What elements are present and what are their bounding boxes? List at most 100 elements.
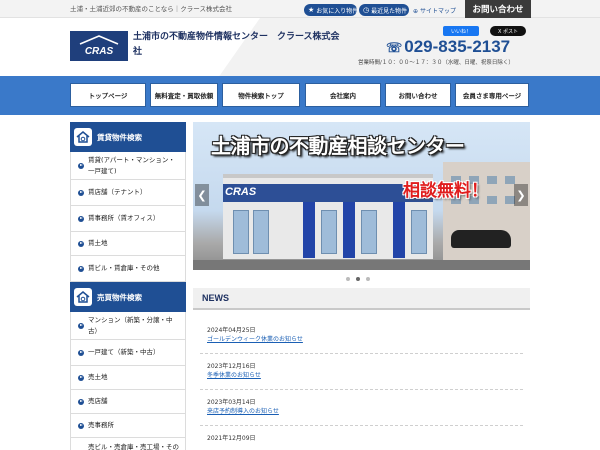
house-logo-icon: CRAS [79,35,119,57]
nav-top[interactable]: トップページ [70,83,146,107]
sidebar-item-label: 賃土地 [88,239,108,247]
sidebar-item-label: 賃ビル・賃倉庫・その他 [88,264,160,272]
sidebar-item-rental-store[interactable]: 賃店舗（テナント） [71,180,185,206]
news-date: 2024年04月25日 [207,327,256,334]
slider-pagination [346,277,370,281]
sidebar-item-sale-mansion[interactable]: マンション（新築・分譲・中古） [71,312,185,340]
hero-slider[interactable]: CRAS 土浦市の不動産相談センター 相談無料！ ❮ ❯ [193,122,530,270]
sale-search-title: 売買物件検索 [97,292,142,302]
sidebar-item-rental-office[interactable]: 賃事務所（賃オフィス） [71,206,185,232]
news-link[interactable]: 冬季休業のお知らせ [207,371,523,381]
sidebar-item-rental-building[interactable]: 賃ビル・賃倉庫・その他 [71,256,185,282]
free-consultation-badge: 相談無料！ [403,181,488,201]
sitemap-label: サイトマップ [419,8,456,15]
phone-number[interactable]: ☏ 029-835-2137 [386,37,510,57]
sidebar-item-label: 賃事務所（賃オフィス） [88,214,160,222]
favorites-label: お気に入り物件 [316,7,359,15]
sidebar-item-sale-building[interactable]: 売ビル・売倉庫・売工場・その他 [71,438,185,450]
sidebar-item-sale-store[interactable]: 売店舗 [71,390,185,414]
sitemap-link[interactable]: ⊕ サイトマップ [413,6,456,15]
sidebar-item-label: 賃店舗（テナント） [88,188,147,196]
news-date: 2023年12月16日 [207,363,256,370]
nav-company[interactable]: 会社案内 [305,83,381,107]
sidebar-item-label: 売土地 [88,373,108,381]
house-search-icon [74,128,92,146]
store-sign-text: CRAS [225,186,257,198]
nav-free-appraisal[interactable]: 無料査定・買取依頼 [150,83,218,107]
sidebar-item-sale-house[interactable]: 一戸建て（新築・中古） [71,340,185,366]
store-pillar [393,202,405,258]
arrow-bullet-icon [78,349,84,356]
news-date: 2023年03月14日 [207,399,256,406]
slider-prev-button[interactable]: ❮ [195,184,209,206]
arrow-bullet-icon [78,265,84,272]
sidebar-item-sale-office[interactable]: 売事務所 [71,414,185,438]
arrow-bullet-icon [78,398,84,405]
recent-label: 最近見た物件 [371,7,408,15]
rental-search-title: 賃貸物件検索 [97,132,142,142]
x-post-button[interactable]: X ポスト [490,26,526,36]
rental-search-list: 賃貸(アパート・マンション・一戸建て) 賃店舗（テナント） 賃事務所（賃オフィス… [70,152,186,282]
arrow-bullet-icon [78,422,84,429]
arrow-bullet-icon [78,215,84,222]
news-item: 2023年12月16日 冬季休業のお知らせ [200,354,523,390]
store-window [361,210,377,254]
clock-icon: ◷ [363,6,370,14]
nav-contact[interactable]: お問い合わせ [385,83,451,107]
site-tagline: 土浦・土浦近郊の不動産のことなら｜クラース株式会社 [70,5,232,13]
phone-text: 029-835-2137 [404,37,511,56]
arrow-bullet-icon [78,189,84,196]
phone-icon: ☏ [386,40,403,55]
top-utility-bar: 土浦・土浦近郊の不動産のことなら｜クラース株式会社 ★ お気に入り物件 ◷ 最近… [0,0,600,18]
store-window [233,210,249,254]
store-pillar [343,202,355,258]
store-window [321,210,337,254]
sidebar-item-label: 売事務所 [88,421,114,429]
news-list: 2024年04月25日 ゴールデンウィーク休業のお知らせ 2023年12月16日… [200,318,523,450]
nav-members[interactable]: 会員さま専用ページ [455,83,529,107]
store-pillar [303,202,315,258]
store-window [253,210,269,254]
news-heading: NEWS [193,288,530,310]
news-link[interactable]: ゴールデンウィーク休業のお知らせ [207,335,523,345]
contact-top-button[interactable]: お問い合わせ [465,0,531,18]
sidebar-item-label: マンション（新築・分譲・中古） [88,315,173,335]
sidebar-item-rental-residence[interactable]: 賃貸(アパート・マンション・一戸建て) [71,152,185,180]
slider-dot-active[interactable] [356,277,360,281]
business-hours: 営業時間/１０：００～１７：３０（水曜、日曜、祝祭日除く） [358,60,514,66]
facebook-like-button[interactable]: いいね！ [443,26,479,36]
site-title: 土浦市の不動産物件情報センター クラース株式会社 [133,32,340,57]
arrow-bullet-icon [78,162,84,169]
sidebar-item-label: 売ビル・売倉庫・売工場・その他 [88,442,179,450]
globe-icon: ⊕ [413,8,419,15]
slide-headline: 土浦市の不動産相談センター [211,134,465,158]
arrow-bullet-icon [78,240,84,247]
sidebar-item-sale-land[interactable]: 売土地 [71,366,185,390]
news-link[interactable]: 来店予約制導入のお知らせ [207,407,523,417]
cras-logo[interactable]: CRAS [70,31,128,61]
site-header: CRAS 土浦市の不動産物件情報センター クラース株式会社 いいね！ X ポスト… [0,18,600,76]
news-item: 2021年12月09日 [200,426,523,450]
sidebar-item-label: 売店舗 [88,397,108,405]
rental-search-heading: 賃貸物件検索 [70,122,186,152]
slider-next-button[interactable]: ❯ [514,184,528,206]
sale-search-heading: 売買物件検索 [70,282,186,312]
slider-dot[interactable] [346,277,350,281]
news-item: 2024年04月25日 ゴールデンウィーク休業のお知らせ [200,318,523,354]
news-item: 2023年03月14日 来店予約制導入のお知らせ [200,390,523,426]
nav-property-search[interactable]: 物件検索トップ [222,83,300,107]
news-date: 2021年12月09日 [207,435,256,442]
store-window [411,210,427,254]
sidebar-item-rental-land[interactable]: 賃土地 [71,232,185,256]
house-search-icon [74,288,92,306]
star-icon: ★ [308,6,315,14]
arrow-bullet-icon [78,374,84,381]
sidebar-item-label: 賃貸(アパート・マンション・一戸建て) [88,155,175,175]
favorites-button[interactable]: ★ お気に入り物件 [304,4,359,16]
parked-car-photo [451,230,511,248]
sale-search-list: マンション（新築・分譲・中古） 一戸建て（新築・中古） 売土地 売店舗 売事務所… [70,312,186,450]
arrow-bullet-icon [78,322,84,329]
slider-dot[interactable] [366,277,370,281]
recent-viewed-button[interactable]: ◷ 最近見た物件 [359,4,409,16]
sidebar-item-label: 一戸建て（新築・中古） [88,348,160,356]
